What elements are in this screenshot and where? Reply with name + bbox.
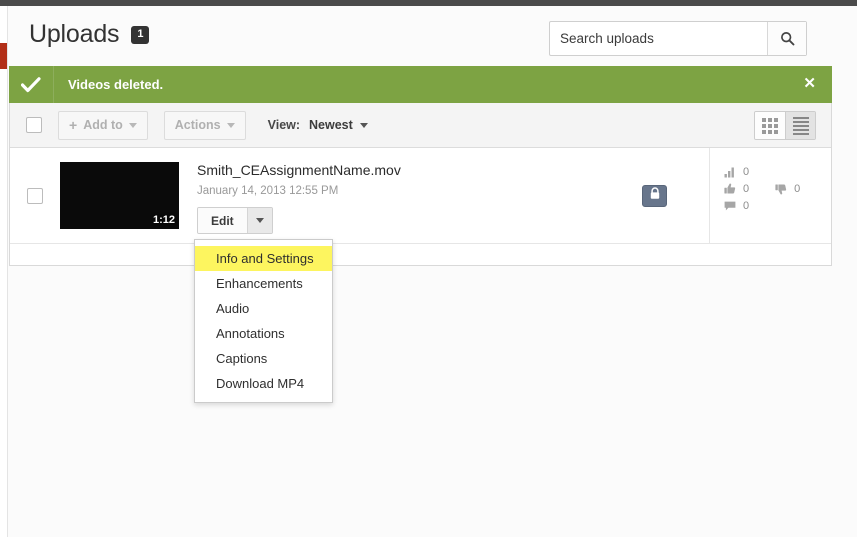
search-button[interactable] — [767, 22, 806, 55]
video-title[interactable]: Smith_CEAssignmentName.mov — [197, 162, 600, 178]
view-label: View: — [268, 118, 300, 132]
list-toolbar: + Add to Actions View: Newest — [10, 103, 831, 148]
close-icon[interactable]: ✕ — [803, 76, 816, 92]
view-sort-group: View: Newest — [268, 118, 368, 132]
edit-dropdown-toggle[interactable] — [247, 208, 272, 233]
actions-label: Actions — [175, 118, 221, 132]
comments-count: 0 — [743, 200, 749, 212]
edit-split-button: Edit — [197, 207, 273, 234]
view-sort-dropdown[interactable]: Newest — [309, 118, 368, 132]
privacy-cell — [600, 148, 710, 243]
uploads-count-badge: 1 — [131, 26, 149, 44]
table-row: 1:12 Smith_CEAssignmentName.mov January … — [10, 148, 831, 244]
add-to-button[interactable]: + Add to — [58, 111, 148, 140]
dislikes-count: 0 — [794, 183, 800, 195]
video-thumbnail[interactable]: 1:12 — [60, 162, 179, 229]
menu-item-audio[interactable]: Audio — [195, 296, 332, 321]
menu-item-enhancements[interactable]: Enhancements — [195, 271, 332, 296]
dislikes-stat: 0 — [775, 183, 800, 195]
menu-item-label: Audio — [216, 301, 249, 316]
add-to-label: Add to — [83, 118, 123, 132]
menu-item-label: Download MP4 — [216, 376, 304, 391]
page-title-group: Uploads 1 — [29, 20, 149, 49]
menu-item-label: Info and Settings — [216, 251, 314, 266]
grid-view-icon — [762, 118, 778, 134]
views-count: 0 — [743, 166, 749, 178]
left-edge-strip — [0, 6, 8, 537]
red-side-tab[interactable] — [0, 43, 7, 69]
plus-icon: + — [69, 117, 77, 133]
select-all-checkbox[interactable] — [26, 117, 42, 133]
row-select-checkbox[interactable] — [27, 188, 43, 204]
bar-chart-icon — [724, 166, 736, 178]
actions-button[interactable]: Actions — [164, 111, 246, 140]
menu-item-download-mp4[interactable]: Download MP4 — [195, 371, 332, 396]
menu-item-annotations[interactable]: Annotations — [195, 321, 332, 346]
search-icon — [780, 31, 795, 46]
uploads-content-card: + Add to Actions View: Newest — [9, 103, 832, 266]
notification-message: Videos deleted. — [68, 77, 163, 92]
video-upload-date: January 14, 2013 12:55 PM — [197, 185, 600, 197]
list-view-icon — [793, 117, 809, 135]
chevron-down-icon — [256, 218, 264, 223]
video-duration: 1:12 — [153, 214, 175, 226]
edit-button[interactable]: Edit — [198, 208, 247, 233]
likes-dislikes-row: 0 0 — [724, 183, 831, 200]
page-title: Uploads — [29, 20, 119, 49]
comment-icon — [724, 200, 736, 212]
check-icon — [9, 66, 54, 103]
notification-bar: Videos deleted. ✕ — [9, 66, 832, 103]
likes-count: 0 — [743, 183, 749, 195]
chevron-down-icon — [227, 123, 235, 128]
app-header: Uploads 1 — [9, 6, 832, 64]
likes-stat: 0 — [724, 183, 749, 195]
view-sort-value: Newest — [309, 118, 353, 132]
grid-view-button[interactable] — [755, 112, 785, 139]
menu-item-label: Captions — [216, 351, 267, 366]
menu-item-captions[interactable]: Captions — [195, 346, 332, 371]
privacy-lock-button[interactable] — [642, 185, 667, 207]
video-meta: Smith_CEAssignmentName.mov January 14, 2… — [179, 148, 600, 243]
chevron-down-icon — [129, 123, 137, 128]
video-stats: 0 0 — [710, 148, 831, 243]
edit-dropdown-menu: Info and Settings Enhancements Audio Ann… — [194, 239, 333, 403]
views-stat: 0 — [724, 166, 831, 178]
view-mode-toggle-group — [754, 111, 816, 140]
row-checkbox-cell — [10, 148, 60, 243]
menu-item-label: Annotations — [216, 326, 285, 341]
chevron-down-icon — [360, 123, 368, 128]
search-input[interactable] — [550, 22, 767, 55]
comments-stat: 0 — [724, 200, 831, 212]
menu-item-label: Enhancements — [216, 276, 303, 291]
card-footer — [10, 244, 831, 265]
search-box[interactable] — [549, 21, 807, 56]
thumbs-down-icon — [775, 183, 787, 195]
list-view-button[interactable] — [785, 112, 815, 139]
menu-item-info-and-settings[interactable]: Info and Settings — [195, 246, 332, 271]
thumbs-up-icon — [724, 183, 736, 195]
lock-icon — [649, 187, 661, 205]
